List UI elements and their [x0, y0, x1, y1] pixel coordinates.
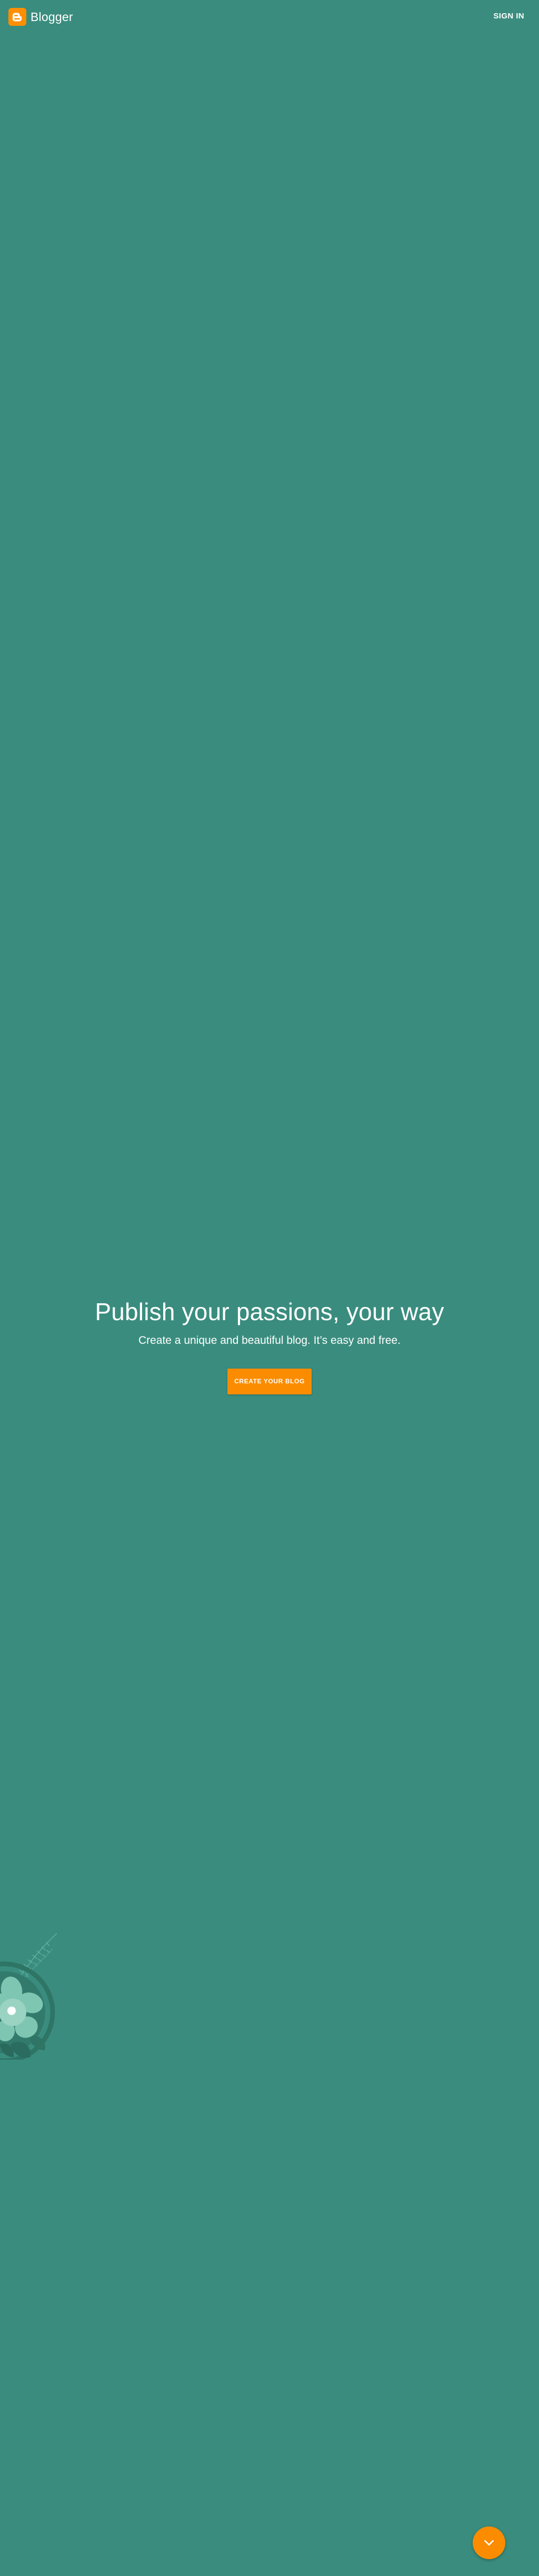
flower-dot-shape — [7, 2007, 16, 2015]
sign-in-link[interactable]: SIGN IN — [493, 12, 524, 21]
brand-link[interactable]: Blogger — [8, 8, 73, 26]
blogger-logo-icon — [8, 8, 26, 26]
hero-subtitle: Create a unique and beautiful blog. It’s… — [138, 1334, 401, 1346]
scroll-down-button[interactable] — [473, 2526, 505, 2559]
site-header: Blogger SIGN IN — [0, 0, 539, 34]
brand-name: Blogger — [31, 9, 73, 24]
chevron-down-icon — [484, 2540, 494, 2546]
flower-leaves-illustration — [0, 1933, 57, 2060]
hero-section: Publish your passions, your way Create a… — [0, 1296, 539, 1394]
hero-title: Publish your passions, your way — [95, 1298, 444, 1325]
create-blog-button[interactable]: CREATE YOUR BLOG — [227, 1369, 312, 1394]
